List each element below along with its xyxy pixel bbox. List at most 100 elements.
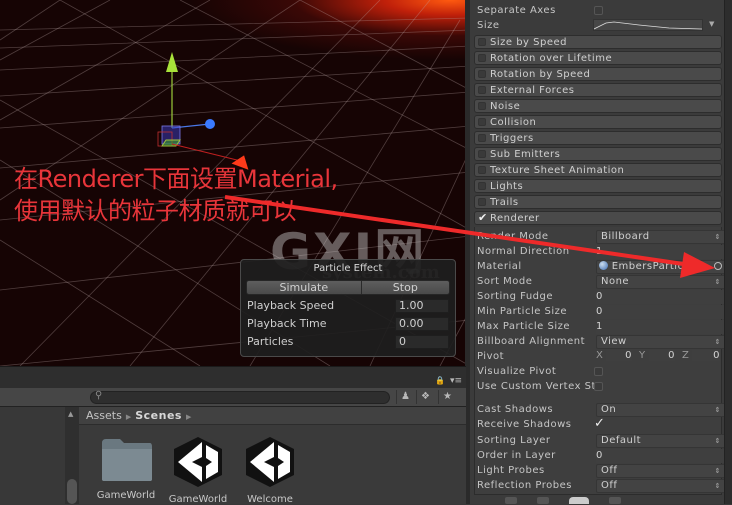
breadcrumb-assets[interactable]: Assets [86,409,122,422]
separate-axes-checkbox[interactable] [594,6,603,15]
sorting-layer-value: Default [601,435,642,446]
light-probes-label: Light Probes [477,465,545,476]
reflection-probes-value: Off [601,480,618,491]
pivot-y-field[interactable]: 0 [649,350,675,361]
sorting-fudge-row: Sorting Fudge 0 [477,290,726,305]
scene-view[interactable]: 在Renderer下面设置Material, 使用默认的粒子材质就可以 GXI网… [0,0,470,366]
size-dropdown-icon[interactable]: ▼ [709,20,715,28]
project-folder-tree[interactable] [0,407,65,504]
module-toggle-checkbox[interactable] [478,86,486,94]
pivot-z-field[interactable]: 0 [692,350,720,361]
normal-direction-label: Normal Direction [477,246,570,257]
pivot-x-field[interactable]: 0 [606,350,632,361]
size-curve-field[interactable] [593,19,703,31]
folder-tree-scrollbar[interactable]: ▲ [65,407,79,504]
inspector-scrollbar[interactable] [724,0,732,504]
module-toggle-checkbox[interactable] [478,198,486,206]
object-picker-icon[interactable] [714,262,722,270]
module-header-collision[interactable]: Collision [474,115,722,129]
module-header-renderer[interactable]: ✔ Renderer [474,211,722,225]
simulate-button[interactable]: Simulate [247,281,362,294]
module-toggle-checkbox[interactable] [478,150,486,158]
module-header-rotation-by-speed[interactable]: Rotation by Speed [474,67,722,81]
module-header-trails[interactable]: Trails [474,195,722,209]
module-header-texture-sheet-animation[interactable]: Texture Sheet Animation [474,163,722,177]
module-toggle-checkbox[interactable] [478,102,486,110]
dropdown-arrows-icon: ⇕ [714,437,721,445]
module-enabled-checkbox[interactable]: ✔ [478,211,488,224]
module-toggle-checkbox[interactable] [478,166,486,174]
search-input[interactable]: ⚲ [90,390,390,404]
light-probes-dropdown[interactable]: Off ⇕ [596,464,726,478]
breadcrumb-separator-icon: ▶ [185,413,192,421]
playback-speed-field[interactable]: 1.00 [395,298,449,313]
bottom-toolbar-item[interactable] [609,497,621,504]
module-toggle-checkbox[interactable] [478,38,486,46]
pivot-x-label: X [596,350,604,361]
order-in-layer-field[interactable]: 0 [596,449,726,463]
order-in-layer-row: Order in Layer 0 [477,449,726,464]
filter-by-type-icon[interactable]: ♟ [396,390,414,404]
bottom-toolbar-item[interactable] [505,497,517,504]
module-toggle-checkbox[interactable] [478,70,486,78]
reflection-probes-label: Reflection Probes [477,480,573,491]
module-toggle-checkbox[interactable] [478,182,486,190]
render-mode-dropdown[interactable]: Billboard ⇕ [596,230,726,244]
reflection-probes-row: Reflection Probes Off ⇕ [477,479,726,494]
particles-field: 0 [395,334,449,349]
custom-vertex-streams-checkbox[interactable] [594,382,603,391]
material-field[interactable]: EmbersParticle [596,260,726,274]
module-header-noise[interactable]: Noise [474,99,722,113]
filter-by-label-icon[interactable]: ❖ [416,390,434,404]
sorting-layer-dropdown[interactable]: Default ⇕ [596,434,726,448]
module-header-sub-emitters[interactable]: Sub Emitters [474,147,722,161]
bottom-toolbar-item[interactable] [537,497,549,504]
lock-icon[interactable]: 🔒 [435,376,445,385]
module-label: Noise [490,101,521,112]
module-header-external-forces[interactable]: External Forces [474,83,722,97]
z-axis-handle-icon [205,119,215,129]
stop-button[interactable]: Stop [362,281,449,294]
visualize-pivot-checkbox[interactable] [594,367,603,376]
custom-vertex-streams-label: Use Custom Vertex Streams [477,381,595,392]
min-particle-size-field[interactable]: 0 [596,305,726,319]
module-toggle-checkbox[interactable] [478,134,486,142]
scrollbar-thumb[interactable] [67,479,77,504]
receive-shadows-checkbox[interactable]: ✓ [594,416,724,431]
billboard-alignment-dropdown[interactable]: View ⇕ [596,335,726,349]
favorite-star-icon[interactable]: ★ [438,390,456,404]
asset-item[interactable]: GameWorld [95,435,157,501]
module-header-rotation-over-lifetime[interactable]: Rotation over Lifetime [474,51,722,65]
reflection-probes-dropdown[interactable]: Off ⇕ [596,479,726,493]
bottom-toolbar [505,497,705,504]
module-toggle-checkbox[interactable] [478,54,486,62]
render-mode-label: Render Mode [477,231,549,242]
asset-grid: GameWorld GameWorld Welcome [79,425,466,505]
playback-time-field[interactable]: 0.00 [395,316,449,331]
sorting-fudge-field[interactable]: 0 [596,290,726,304]
asset-item[interactable]: GameWorld [167,435,229,505]
module-label: Size by Speed [490,37,567,48]
size-row: Size ▼ [477,19,717,34]
pivot-z-label: Z [682,350,690,361]
max-particle-size-field[interactable]: 1 [596,320,726,334]
module-header-lights[interactable]: Lights [474,179,722,193]
sort-mode-dropdown[interactable]: None ⇕ [596,275,726,289]
material-row: Material EmbersParticle [477,260,726,275]
module-header-size-by-speed[interactable]: Size by Speed [474,35,722,49]
dropdown-arrows-icon: ⇕ [714,233,721,241]
normal-direction-field[interactable]: 1 [596,245,726,259]
bottom-toolbar-item[interactable] [569,497,589,504]
cast-shadows-dropdown[interactable]: On ⇕ [596,403,726,417]
scroll-up-icon[interactable]: ▲ [68,410,73,418]
breadcrumb-scenes[interactable]: Scenes [135,409,182,422]
asset-item[interactable]: Welcome [239,435,301,505]
panel-menu-icon[interactable]: ▾≡ [450,376,462,386]
transform-gizmo[interactable] [150,50,260,170]
playback-speed-label: Playback Speed [247,299,335,312]
light-probes-value: Off [601,465,618,476]
module-label: Lights [490,181,524,192]
module-toggle-checkbox[interactable] [478,118,486,126]
module-header-triggers[interactable]: Triggers [474,131,722,145]
pivot-y-label: Y [639,350,646,361]
